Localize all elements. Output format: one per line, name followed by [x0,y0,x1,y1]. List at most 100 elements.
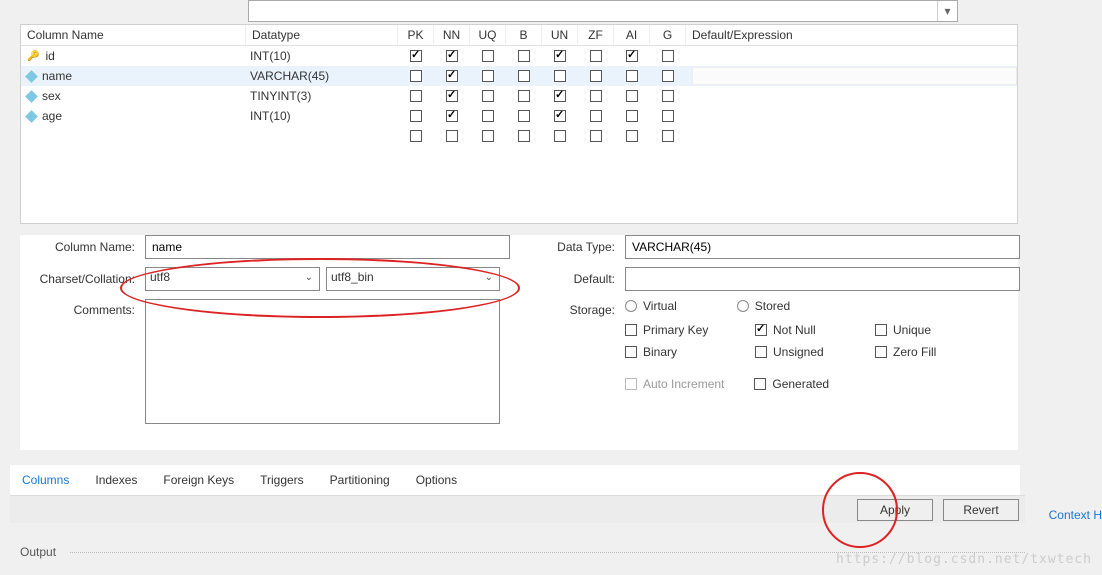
cell-column-name[interactable]: name [21,69,246,83]
cell-b [506,110,542,122]
cell-datatype[interactable]: TINYINT(3) [246,89,398,103]
header-ai[interactable]: AI [614,25,650,45]
zf-checkbox[interactable] [590,110,602,122]
zf-checkbox[interactable] [590,70,602,82]
label-default: Default: [530,272,625,286]
virtual-radio[interactable] [625,300,637,312]
charset-select[interactable]: utf8 ⌄ [145,267,320,291]
header-column-name[interactable]: Column Name [21,25,246,45]
table-row[interactable]: ageINT(10) [21,106,1017,126]
uq-checkbox[interactable] [482,50,494,62]
default-input[interactable] [625,267,1020,291]
collation-select[interactable]: utf8_bin ⌄ [326,267,500,291]
ai-checkbox[interactable] [626,70,638,82]
cell-column-name[interactable]: age [21,109,246,123]
zero-fill-checkbox[interactable] [875,346,887,358]
ai-checkbox[interactable] [626,50,638,62]
header-zf[interactable]: ZF [578,25,614,45]
b-checkbox[interactable] [518,90,530,102]
uq-checkbox[interactable] [482,130,494,142]
pk-checkbox[interactable] [410,90,422,102]
un-checkbox[interactable] [554,90,566,102]
binary-checkbox[interactable] [625,346,637,358]
cell-zf [578,90,614,102]
pk-checkbox[interactable] [410,70,422,82]
g-checkbox[interactable] [662,90,674,102]
tab-foreign-keys[interactable]: Foreign Keys [159,471,238,489]
header-nn[interactable]: NN [434,25,470,45]
un-checkbox[interactable] [554,70,566,82]
tab-indexes[interactable]: Indexes [91,471,141,489]
ai-checkbox[interactable] [626,130,638,142]
header-uq[interactable]: UQ [470,25,506,45]
key-icon: 🔑 [27,51,39,62]
table-row[interactable]: 🔑idINT(10) [21,46,1017,66]
un-checkbox[interactable] [554,130,566,142]
primary-key-checkbox[interactable] [625,324,637,336]
pk-checkbox[interactable] [410,110,422,122]
nn-checkbox[interactable] [446,50,458,62]
label-storage: Storage: [530,299,625,317]
ai-checkbox[interactable] [626,90,638,102]
cell-datatype[interactable]: INT(10) [246,109,398,123]
uq-checkbox[interactable] [482,90,494,102]
zf-checkbox[interactable] [590,90,602,102]
revert-button[interactable]: Revert [943,499,1019,521]
auto-increment-checkbox[interactable] [625,378,637,390]
not-null-checkbox[interactable] [755,324,767,336]
cell-default[interactable] [686,66,1017,86]
table-row[interactable]: nameVARCHAR(45) [21,66,1017,86]
comments-textarea[interactable] [145,299,500,424]
nn-checkbox[interactable] [446,130,458,142]
cell-column-name[interactable]: sex [21,89,246,103]
zf-checkbox[interactable] [590,130,602,142]
stored-radio[interactable] [737,300,749,312]
unique-checkbox[interactable] [875,324,887,336]
b-checkbox[interactable] [518,50,530,62]
cell-un [542,70,578,82]
nn-checkbox[interactable] [446,110,458,122]
b-checkbox[interactable] [518,70,530,82]
g-checkbox[interactable] [662,110,674,122]
pk-checkbox[interactable] [410,50,422,62]
nn-checkbox[interactable] [446,70,458,82]
un-checkbox[interactable] [554,110,566,122]
column-name-input[interactable] [145,235,510,259]
schema-dropdown[interactable]: ▾ [248,0,958,22]
header-un[interactable]: UN [542,25,578,45]
table-row[interactable]: sexTINYINT(3) [21,86,1017,106]
cell-un [542,110,578,122]
cell-datatype[interactable]: INT(10) [246,49,398,63]
g-checkbox[interactable] [662,70,674,82]
header-g[interactable]: G [650,25,686,45]
apply-button[interactable]: Apply [857,499,933,521]
b-checkbox[interactable] [518,130,530,142]
cell-datatype[interactable]: VARCHAR(45) [246,69,398,83]
header-pk[interactable]: PK [398,25,434,45]
pk-checkbox[interactable] [410,130,422,142]
g-checkbox[interactable] [662,130,674,142]
generated-checkbox[interactable] [754,378,766,390]
unsigned-checkbox[interactable] [755,346,767,358]
header-b[interactable]: B [506,25,542,45]
header-datatype[interactable]: Datatype [246,25,398,45]
b-checkbox[interactable] [518,110,530,122]
table-row-empty[interactable] [21,126,1017,146]
context-help-link[interactable]: Context H [1049,508,1102,522]
tab-partitioning[interactable]: Partitioning [326,471,394,489]
cell-column-name[interactable]: 🔑id [21,49,246,63]
tab-triggers[interactable]: Triggers [256,471,308,489]
g-checkbox[interactable] [662,50,674,62]
ai-checkbox[interactable] [626,110,638,122]
tab-columns[interactable]: Columns [18,471,73,489]
zf-checkbox[interactable] [590,50,602,62]
cell-uq [470,50,506,62]
chevron-down-icon[interactable]: ▾ [937,1,957,21]
uq-checkbox[interactable] [482,110,494,122]
uq-checkbox[interactable] [482,70,494,82]
header-default[interactable]: Default/Expression [686,25,877,45]
tab-options[interactable]: Options [412,471,461,489]
nn-checkbox[interactable] [446,90,458,102]
data-type-input[interactable] [625,235,1020,259]
un-checkbox[interactable] [554,50,566,62]
